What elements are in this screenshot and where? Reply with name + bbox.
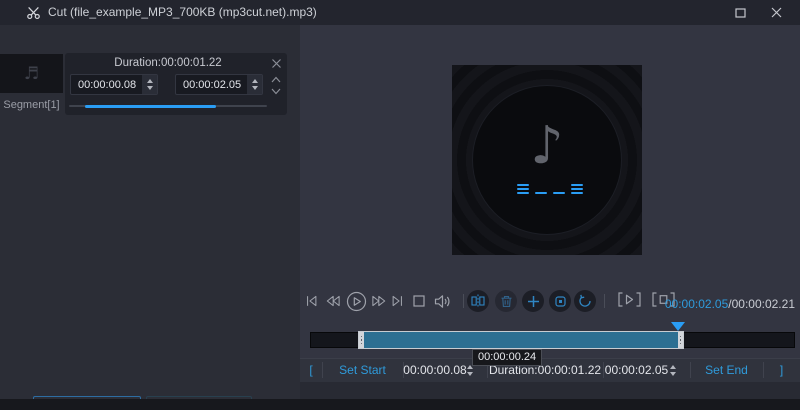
current-time: 00:00:02.05	[664, 297, 729, 311]
delete-button[interactable]	[495, 290, 517, 312]
selection-end-handle[interactable]	[678, 332, 683, 348]
rewind-button[interactable]	[324, 293, 342, 309]
preview-panel: ♪ 00:00:02.05/00:00:02.21 00:00:00.24 […	[300, 25, 800, 399]
play-segment-button[interactable]	[618, 292, 641, 307]
playhead-marker[interactable]	[671, 322, 685, 331]
segment-start-time-input[interactable]	[71, 78, 142, 91]
split-icon	[471, 294, 485, 308]
segment-start-time-field[interactable]	[70, 74, 158, 95]
timeline-selection[interactable]	[358, 331, 684, 349]
skip-to-end-button[interactable]	[389, 293, 406, 309]
timeline-tooltip: 00:00:00.24	[472, 349, 543, 366]
chevron-up-icon	[271, 76, 281, 82]
segment-start-spinner[interactable]	[142, 75, 157, 94]
reset-button[interactable]	[574, 290, 596, 312]
total-time: /00:00:02.21	[728, 297, 795, 311]
end-bracket-button[interactable]: ]	[763, 358, 800, 382]
scissors-icon	[26, 5, 41, 20]
window-title: Cut (file_example_MP3_700KB (mp3cut.net)…	[48, 5, 317, 19]
segment-end-spinner[interactable]	[247, 75, 262, 94]
segment-duration-label: Duration:00:00:01.22	[114, 57, 222, 69]
close-button[interactable]	[758, 0, 794, 25]
volume-button[interactable]	[433, 293, 453, 309]
separator	[463, 294, 464, 308]
segment-thumbnail[interactable]: ♬	[0, 54, 63, 93]
copy-segment-button[interactable]	[549, 290, 571, 312]
album-art: ♪	[452, 65, 642, 255]
end-time-field[interactable]	[603, 358, 690, 382]
spinner-up-icon[interactable]	[251, 79, 258, 83]
vinyl-disc: ♪	[472, 85, 622, 235]
segment-end-time-field[interactable]	[175, 74, 263, 95]
segment-range-fill	[85, 104, 216, 108]
start-time-input[interactable]	[403, 363, 467, 377]
left-bracket-icon	[652, 292, 657, 307]
spinner-down-icon[interactable]	[670, 371, 676, 376]
chevron-down-icon	[271, 88, 281, 94]
plus-icon	[527, 295, 539, 307]
equalizer-icon	[517, 183, 583, 194]
left-bracket-icon	[618, 292, 623, 307]
window-footer	[0, 399, 800, 410]
spinner-up-icon[interactable]	[670, 364, 676, 369]
rewind-icon	[326, 295, 340, 307]
fast-forward-icon	[372, 295, 386, 307]
close-icon	[771, 7, 781, 18]
titlebar: Cut (file_example_MP3_700KB (mp3cut.net)…	[0, 0, 800, 25]
play-small-icon	[625, 294, 634, 305]
fast-forward-button[interactable]	[370, 293, 388, 309]
start-bracket-button[interactable]: [	[300, 358, 322, 382]
undo-icon	[579, 294, 591, 307]
end-time-input[interactable]	[603, 363, 670, 377]
x-icon	[271, 58, 281, 68]
spinner-up-icon[interactable]	[146, 79, 153, 83]
segment-end-time-input[interactable]	[176, 78, 247, 91]
music-note-icon: ♪	[530, 116, 564, 176]
segment-label: Segment[1]	[3, 99, 60, 111]
trash-icon	[501, 295, 511, 307]
volume-icon	[434, 294, 450, 308]
spinner-down-icon[interactable]	[467, 371, 473, 376]
selection-start-handle[interactable]	[359, 332, 364, 348]
music-note-icon: ♬	[23, 63, 40, 84]
set-start-button[interactable]: Set Start	[322, 358, 403, 382]
segment-edit-card: Duration:00:00:01.22 –	[65, 53, 287, 115]
skip-to-start-icon	[307, 295, 317, 307]
split-button[interactable]	[467, 290, 489, 312]
move-segment-up-button[interactable]	[269, 74, 283, 84]
spinner-down-icon[interactable]	[251, 86, 258, 90]
skip-to-end-icon	[392, 295, 402, 307]
maximize-button[interactable]	[722, 0, 758, 25]
start-time-spinner[interactable]	[467, 364, 473, 376]
delete-segment-x-button[interactable]	[269, 56, 283, 70]
play-button[interactable]	[345, 290, 367, 312]
add-button[interactable]	[522, 290, 544, 312]
stop-button[interactable]	[412, 294, 426, 308]
lower-strip	[300, 382, 800, 399]
right-bracket-icon	[636, 292, 641, 307]
cut-dialog-window: Cut (file_example_MP3_700KB (mp3cut.net)…	[0, 0, 800, 410]
skip-to-start-button[interactable]	[303, 293, 320, 309]
set-end-button[interactable]: Set End	[690, 358, 763, 382]
separator	[604, 294, 605, 308]
segment-list-panel: ♬ Segment[1] Duration:00:00:01.22 –	[0, 25, 300, 410]
move-segment-down-button[interactable]	[269, 86, 283, 96]
play-icon	[346, 291, 366, 311]
time-display: 00:00:02.05/00:00:02.21	[665, 297, 795, 311]
stop-icon	[413, 295, 425, 307]
spinner-down-icon[interactable]	[146, 86, 153, 90]
end-time-spinner[interactable]	[670, 364, 676, 376]
maximize-icon	[734, 7, 746, 18]
copy-icon	[554, 295, 566, 307]
